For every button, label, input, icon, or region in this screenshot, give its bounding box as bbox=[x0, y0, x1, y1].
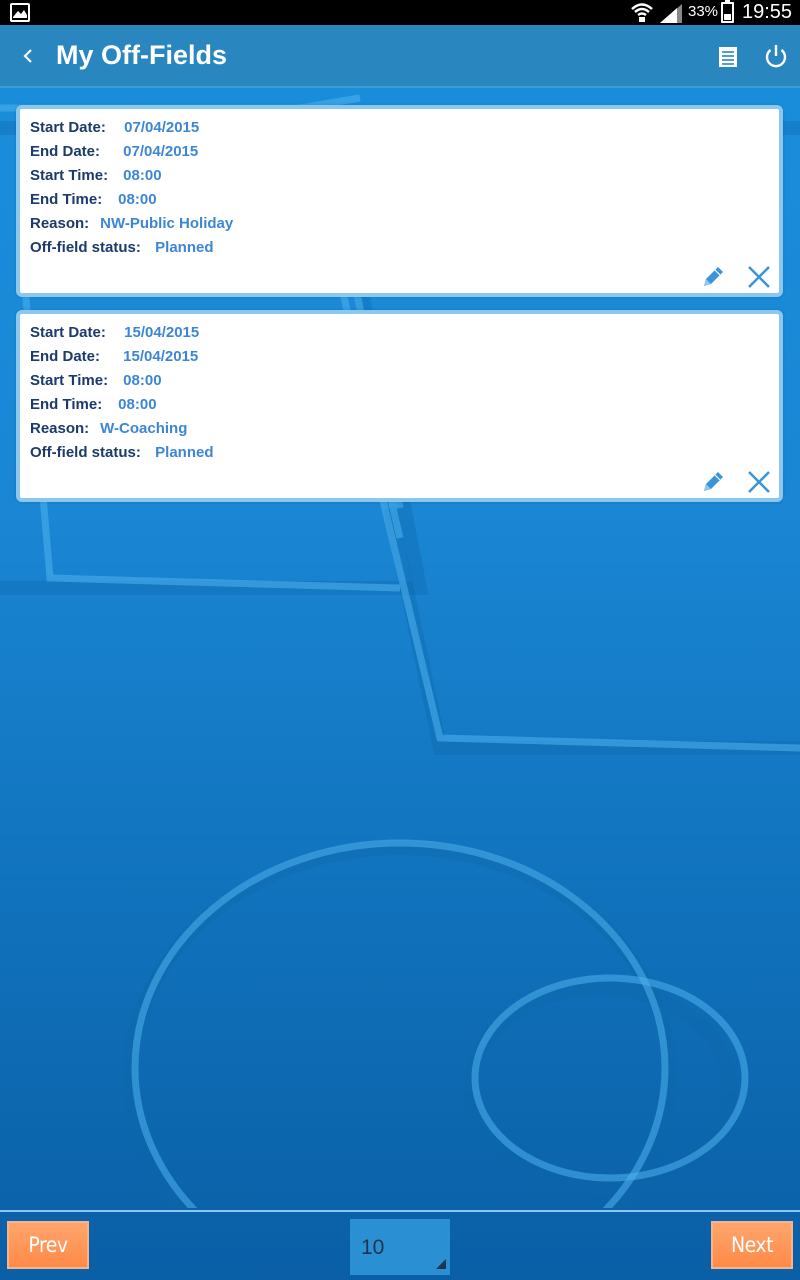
end-time-row: End Time: 08:00 bbox=[30, 191, 233, 215]
end-date-value: 15/04/2015 bbox=[123, 348, 199, 365]
pencil-icon bbox=[704, 472, 723, 491]
end-date-value: 07/04/2015 bbox=[123, 143, 199, 160]
close-icon bbox=[748, 266, 770, 288]
start-date-row: Start Date: 15/04/2015 bbox=[30, 324, 214, 348]
status-row: Off-field status: Planned bbox=[30, 444, 214, 468]
end-time-label: End Time: bbox=[30, 396, 103, 413]
page-size-select[interactable]: 10 bbox=[350, 1219, 450, 1275]
delete-button[interactable] bbox=[746, 469, 772, 495]
start-time-label: Start Time: bbox=[30, 372, 109, 389]
prev-button[interactable]: Prev bbox=[7, 1221, 89, 1269]
battery-icon bbox=[721, 0, 734, 23]
end-date-label: End Date: bbox=[30, 143, 101, 160]
close-icon bbox=[748, 471, 770, 493]
status-label: Off-field status: bbox=[30, 239, 141, 256]
power-button[interactable] bbox=[762, 42, 790, 70]
dropdown-caret-icon bbox=[436, 1259, 446, 1269]
back-button[interactable] bbox=[14, 41, 44, 71]
start-time-label: Start Time: bbox=[30, 167, 109, 184]
power-icon bbox=[765, 45, 787, 68]
start-time-value: 08:00 bbox=[123, 167, 162, 184]
reason-row: Reason: W-Coaching bbox=[30, 420, 214, 444]
bottom-divider bbox=[0, 1210, 800, 1212]
signal-icon bbox=[660, 4, 682, 23]
status-row: Off-field status: Planned bbox=[30, 239, 233, 263]
start-date-label: Start Date: bbox=[30, 324, 106, 341]
page-size-value: 10 bbox=[361, 1236, 385, 1259]
app-bar: My Off-Fields bbox=[0, 25, 800, 88]
status-label: Off-field status: bbox=[30, 444, 141, 461]
document-icon bbox=[719, 47, 737, 67]
end-time-value: 08:00 bbox=[118, 396, 157, 413]
battery-percent: 33% bbox=[688, 3, 719, 20]
start-time-row: Start Time: 08:00 bbox=[30, 167, 233, 191]
pencil-icon bbox=[704, 267, 723, 286]
chevron-left-icon bbox=[23, 49, 32, 63]
reason-label: Reason: bbox=[30, 420, 90, 437]
reason-label: Reason: bbox=[30, 215, 90, 232]
reason-value: NW-Public Holiday bbox=[100, 215, 234, 232]
start-date-value: 07/04/2015 bbox=[124, 119, 200, 136]
next-button[interactable]: Next bbox=[711, 1221, 793, 1269]
status-value: Planned bbox=[155, 239, 214, 256]
document-button[interactable] bbox=[714, 43, 742, 71]
page-title: My Off-Fields bbox=[56, 40, 228, 70]
end-time-label: End Time: bbox=[30, 191, 103, 208]
end-date-label: End Date: bbox=[30, 348, 101, 365]
end-time-row: End Time: 08:00 bbox=[30, 396, 214, 420]
start-time-row: Start Time: 08:00 bbox=[30, 372, 214, 396]
delete-button[interactable] bbox=[746, 264, 772, 290]
gallery-icon bbox=[10, 3, 30, 22]
reason-value: W-Coaching bbox=[100, 420, 188, 437]
end-time-value: 08:00 bbox=[118, 191, 157, 208]
status-bar: 33% 19:55 bbox=[0, 0, 800, 25]
start-time-value: 08:00 bbox=[123, 372, 162, 389]
start-date-value: 15/04/2015 bbox=[124, 324, 200, 341]
edit-button[interactable] bbox=[700, 469, 726, 495]
end-date-row: End Date: 15/04/2015 bbox=[30, 348, 214, 372]
reason-row: Reason: NW-Public Holiday bbox=[30, 215, 233, 239]
off-field-card: Start Date: 07/04/2015 End Date: 07/04/2… bbox=[16, 105, 783, 297]
start-date-label: Start Date: bbox=[30, 119, 106, 136]
end-date-row: End Date: 07/04/2015 bbox=[30, 143, 233, 167]
start-date-row: Start Date: 07/04/2015 bbox=[30, 119, 233, 143]
status-value: Planned bbox=[155, 444, 214, 461]
wifi-icon bbox=[631, 3, 653, 22]
edit-button[interactable] bbox=[700, 264, 726, 290]
off-field-card: Start Date: 15/04/2015 End Date: 15/04/2… bbox=[16, 310, 783, 502]
off-field-list: Start Date: 07/04/2015 End Date: 07/04/2… bbox=[16, 105, 783, 515]
clock: 19:55 bbox=[742, 1, 793, 23]
